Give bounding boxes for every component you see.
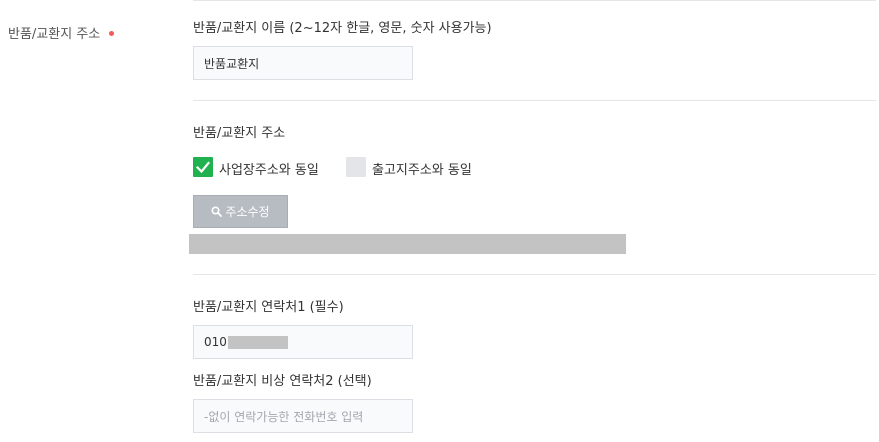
section-label-text: 반품/교환지 주소 [8, 27, 101, 42]
divider-2 [193, 274, 876, 275]
edit-address-button[interactable]: 주소수정 [193, 195, 288, 228]
same-as-shipping-label[interactable]: 출고지주소와 동일 [372, 159, 472, 178]
contact1-redacted-block [227, 335, 288, 349]
contact1-input-value: 010 [204, 335, 227, 349]
contact2-input-placeholder: -없이 연락가능한 전화번호 입력 [204, 409, 364, 424]
address-redacted-block [189, 234, 626, 254]
same-as-business-label[interactable]: 사업장주소와 동일 [219, 159, 319, 178]
contact1-input[interactable]: 010 [193, 325, 413, 359]
name-input-value: 반품교환지 [204, 56, 260, 71]
same-as-shipping-checkbox[interactable] [346, 157, 366, 177]
top-divider [193, 0, 876, 1]
same-as-business-checkbox[interactable] [193, 157, 213, 177]
name-field-label: 반품/교환지 이름 (2~12자 한글, 영문, 숫자 사용가능) [193, 21, 492, 36]
search-icon [211, 206, 223, 217]
contact2-field-label: 반품/교환지 비상 연락처2 (선택) [193, 374, 372, 389]
check-icon [195, 161, 211, 174]
edit-address-button-label: 주소수정 [225, 205, 270, 219]
contact2-input[interactable]: -없이 연락가능한 전화번호 입력 [193, 399, 413, 433]
required-dot-icon [109, 31, 115, 36]
name-input[interactable]: 반품교환지 [193, 46, 413, 80]
address-field-label: 반품/교환지 주소 [193, 126, 286, 141]
section-label: 반품/교환지 주소 [8, 23, 115, 42]
divider-1 [193, 100, 876, 101]
contact1-field-label: 반품/교환지 연락처1 (필수) [193, 300, 344, 315]
